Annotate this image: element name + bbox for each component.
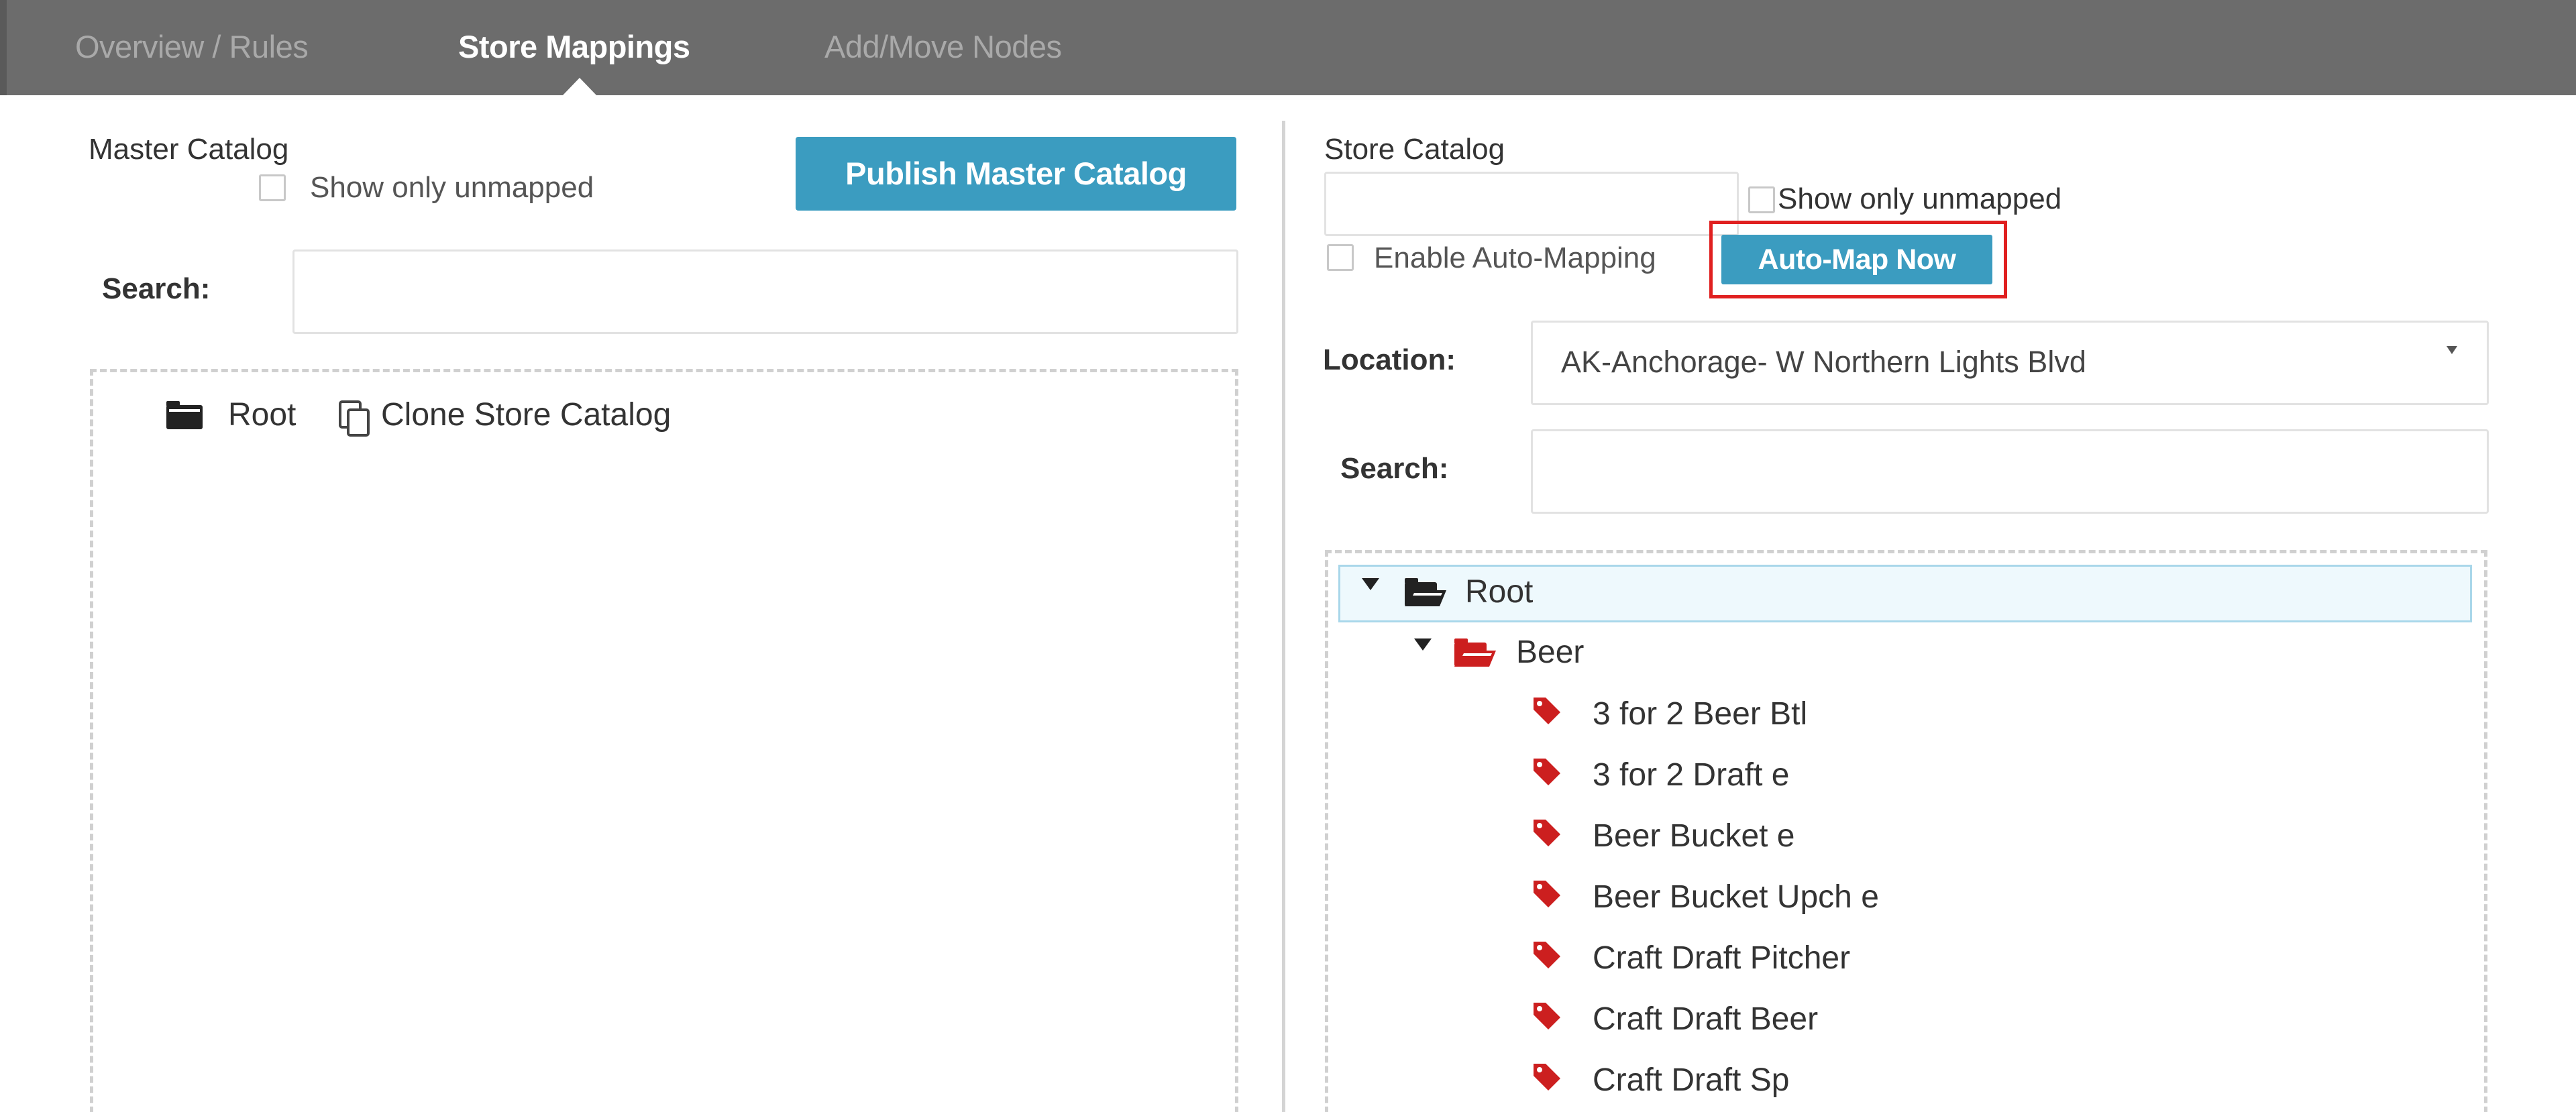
store-tree-root-label[interactable]: Root <box>1465 573 1533 612</box>
top-tab-bar: Overview / Rules Store Mappings Add/Move… <box>0 0 2576 96</box>
chevron-down-icon[interactable] <box>2447 346 2457 354</box>
tag-icon <box>1534 759 1560 785</box>
location-select[interactable]: AK-Anchorage- W Northern Lights Blvd <box>1531 321 2489 405</box>
topbar-edge <box>0 0 7 95</box>
store-tree-item[interactable]: Craft Draft Beer <box>1593 1000 1818 1039</box>
folder-open-icon <box>1405 578 1446 606</box>
panel-divider <box>1282 121 1285 1112</box>
store-catalog-title: Store Catalog <box>1324 133 1505 166</box>
store-catalog-input[interactable] <box>1324 172 1739 236</box>
auto-map-now-button[interactable]: Auto-Map Now <box>1721 235 1992 284</box>
store-search-input[interactable] <box>1531 429 2489 514</box>
tab-add-move-nodes[interactable]: Add/Move Nodes <box>824 27 1062 67</box>
master-search-input[interactable] <box>292 249 1238 334</box>
enable-auto-mapping-label[interactable]: Enable Auto-Mapping <box>1374 240 1656 276</box>
caret-down-icon[interactable] <box>1362 578 1379 592</box>
store-tree-folder-beer[interactable]: Beer <box>1516 633 1584 672</box>
master-tree-container <box>90 369 1238 1112</box>
store-tree-item[interactable]: Beer Bucket e <box>1593 817 1795 856</box>
caret-down-icon[interactable] <box>1414 638 1432 652</box>
tag-icon <box>1534 1003 1560 1030</box>
active-tab-pointer <box>562 78 597 96</box>
store-tree-item[interactable]: 3 for 2 Draft e <box>1593 756 1789 795</box>
store-tree-item[interactable]: Craft Draft Pitcher <box>1593 939 1850 978</box>
store-tree-container <box>1325 550 2487 1112</box>
master-show-unmapped-label[interactable]: Show only unmapped <box>310 170 594 206</box>
master-tree-root-label[interactable]: Root <box>228 396 296 435</box>
location-select-value: AK-Anchorage- W Northern Lights Blvd <box>1561 345 2086 379</box>
tab-store-mappings[interactable]: Store Mappings <box>458 27 690 67</box>
master-catalog-title: Master Catalog <box>89 133 289 166</box>
tag-icon <box>1534 942 1560 968</box>
folder-closed-icon <box>166 401 203 429</box>
tag-icon <box>1534 698 1560 724</box>
store-tree-item[interactable]: 3 for 2 Beer Btl <box>1593 695 1807 734</box>
master-search-label: Search: <box>102 272 211 305</box>
tag-icon <box>1534 881 1560 907</box>
copy-icon[interactable] <box>338 400 372 437</box>
enable-auto-mapping-checkbox[interactable] <box>1327 244 1354 271</box>
store-show-unmapped-checkbox[interactable] <box>1748 186 1775 213</box>
publish-master-catalog-button[interactable]: Publish Master Catalog <box>796 137 1236 211</box>
store-show-unmapped-label[interactable]: Show only unmapped <box>1778 181 2061 217</box>
tab-overview-rules[interactable]: Overview / Rules <box>75 27 309 67</box>
store-tree-item[interactable]: Beer Bucket Upch e <box>1593 878 1879 917</box>
tag-icon <box>1534 820 1560 846</box>
tag-icon <box>1534 1064 1560 1091</box>
store-search-label: Search: <box>1340 452 1449 485</box>
store-tree-item[interactable]: Craft Draft Sp <box>1593 1061 1789 1100</box>
master-show-unmapped-checkbox[interactable] <box>259 174 286 201</box>
folder-open-icon <box>1454 638 1496 667</box>
location-label: Location: <box>1323 343 1456 376</box>
clone-store-catalog-link[interactable]: Clone Store Catalog <box>381 396 671 435</box>
